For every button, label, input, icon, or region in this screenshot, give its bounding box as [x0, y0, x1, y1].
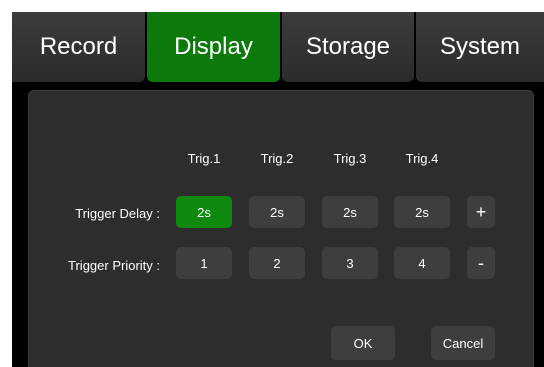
increment-button[interactable]: + [467, 196, 495, 228]
trigger-priority-button-3[interactable]: 3 [322, 247, 378, 279]
column-header-trig-3: Trig.3 [333, 151, 367, 166]
trigger-settings-dialog: Trig.1 Trig.2 Trig.3 Trig.4 Trigger Dela… [28, 90, 534, 367]
trigger-priority-label: Trigger Priority : [68, 258, 160, 273]
decrement-button[interactable]: - [467, 247, 495, 279]
trigger-priority-button-1[interactable]: 1 [176, 247, 232, 279]
column-header-trig-2: Trig.2 [260, 151, 294, 166]
trigger-delay-button-4[interactable]: 2s [394, 196, 450, 228]
tab-display[interactable]: Display [147, 12, 280, 82]
screen: Record Display Storage System Trig.1 Tri… [12, 12, 544, 367]
cancel-button[interactable]: Cancel [431, 326, 495, 360]
tab-storage[interactable]: Storage [282, 12, 414, 82]
trigger-priority-button-4[interactable]: 4 [394, 247, 450, 279]
trigger-delay-label: Trigger Delay : [75, 206, 160, 221]
trigger-delay-button-2[interactable]: 2s [249, 196, 305, 228]
trigger-delay-button-1[interactable]: 2s [176, 196, 232, 228]
tab-record[interactable]: Record [12, 12, 145, 82]
column-header-trig-1: Trig.1 [187, 151, 221, 166]
column-header-trig-4: Trig.4 [405, 151, 439, 166]
ok-button[interactable]: OK [331, 326, 395, 360]
trigger-delay-button-3[interactable]: 2s [322, 196, 378, 228]
trigger-priority-button-2[interactable]: 2 [249, 247, 305, 279]
tab-bar: Record Display Storage System [12, 12, 544, 82]
tab-system[interactable]: System [416, 12, 544, 82]
